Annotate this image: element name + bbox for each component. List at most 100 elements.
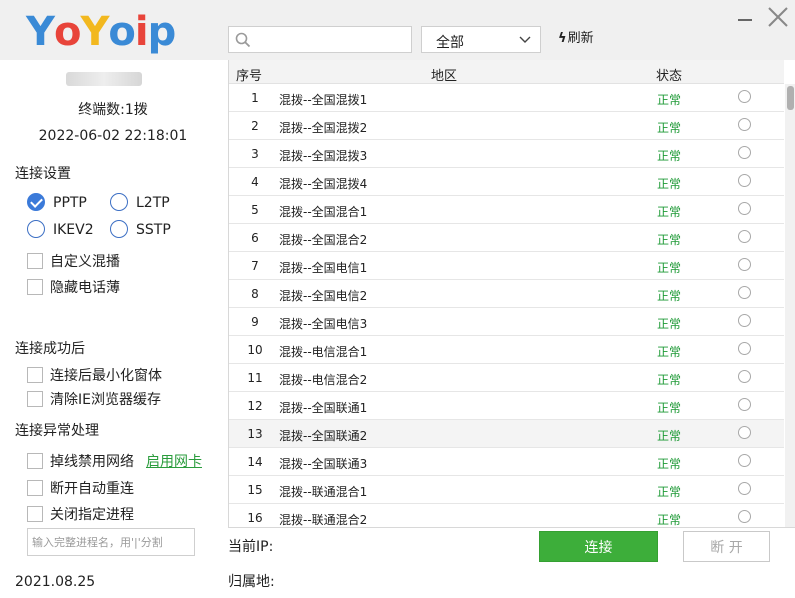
row-select-radio[interactable] bbox=[738, 90, 751, 103]
table-row[interactable]: 11 混拨--电信混合2 正常 bbox=[229, 364, 784, 392]
row-select-radio[interactable] bbox=[738, 342, 751, 355]
clear-ie-cache-checkbox[interactable] bbox=[27, 391, 43, 407]
auto-reconnect-checkbox[interactable] bbox=[27, 480, 43, 496]
table-row[interactable]: 13 混拨--全国联通2 正常 bbox=[229, 420, 784, 448]
row-select-radio[interactable] bbox=[738, 454, 751, 467]
refresh-button[interactable]: ϟ刷新 bbox=[558, 30, 594, 50]
protocol-ikev2-radio[interactable]: IKEV2 bbox=[27, 220, 94, 238]
close-button[interactable] bbox=[767, 6, 789, 28]
table-row[interactable]: 8 混拨--全国电信2 正常 bbox=[229, 280, 784, 308]
table-row[interactable]: 4 混拨--全国混拨4 正常 bbox=[229, 168, 784, 196]
table-row[interactable]: 15 混拨--联通混合1 正常 bbox=[229, 476, 784, 504]
chevron-down-icon bbox=[519, 36, 531, 43]
row-area: 混拨--全国混合2 bbox=[279, 233, 368, 247]
scrollbar-thumb[interactable] bbox=[787, 86, 794, 110]
disable-network-option[interactable]: 掉线禁用网络 启用网卡 bbox=[27, 453, 202, 471]
hide-phonebook-option[interactable]: 隐藏电话薄 bbox=[27, 279, 120, 297]
row-area: 混拨--联通混合2 bbox=[279, 513, 368, 527]
table-row[interactable]: 12 混拨--全国联通1 正常 bbox=[229, 392, 784, 420]
row-number: 15 bbox=[247, 483, 263, 497]
row-select-radio[interactable] bbox=[738, 314, 751, 327]
auto-reconnect-option[interactable]: 断开自动重连 bbox=[27, 480, 134, 498]
table-row[interactable]: 9 混拨--全国电信3 正常 bbox=[229, 308, 784, 336]
row-select-radio[interactable] bbox=[738, 482, 751, 495]
clear-ie-cache-option[interactable]: 清除IE浏览器缓存 bbox=[27, 391, 161, 409]
logo-letter: p bbox=[147, 9, 177, 55]
table-row[interactable]: 16 混拨--联通混合2 正常 bbox=[229, 504, 784, 527]
top-bar: YoYoip 全部 ϟ刷新 bbox=[0, 0, 795, 60]
close-process-option[interactable]: 关闭指定进程 bbox=[27, 506, 134, 524]
row-number: 14 bbox=[247, 455, 263, 469]
radio-pptp[interactable] bbox=[27, 193, 45, 211]
search-box[interactable] bbox=[228, 26, 412, 53]
row-number: 1 bbox=[251, 91, 259, 105]
search-input[interactable] bbox=[257, 29, 407, 50]
minimize-checkbox[interactable] bbox=[27, 367, 43, 383]
disable-network-checkbox[interactable] bbox=[27, 453, 43, 469]
row-status: 正常 bbox=[657, 93, 682, 107]
datetime: 2022-06-02 22:18:01 bbox=[38, 128, 188, 144]
username-redacted bbox=[66, 72, 142, 86]
table-row[interactable]: 3 混拨--全国混拨3 正常 bbox=[229, 140, 784, 168]
l2tp-label: L2TP bbox=[136, 195, 170, 211]
row-select-radio[interactable] bbox=[738, 174, 751, 187]
table-row[interactable]: 5 混拨--全国混合1 正常 bbox=[229, 196, 784, 224]
row-area: 混拨--全国联通3 bbox=[279, 457, 368, 471]
radio-l2tp[interactable] bbox=[110, 193, 128, 211]
minimize-button[interactable] bbox=[737, 12, 753, 28]
table-body: 1 混拨--全国混拨1 正常 2 混拨--全国混拨2 正常 3 混拨--全国混拨3 正常 4 混拨-… bbox=[229, 84, 784, 527]
close-process-checkbox[interactable] bbox=[27, 506, 43, 522]
disconnect-button[interactable]: 断 开 bbox=[683, 531, 770, 562]
table-row[interactable]: 2 混拨--全国混拨2 正常 bbox=[229, 112, 784, 140]
row-area: 混拨--全国电信1 bbox=[279, 261, 368, 275]
filter-selected-value: 全部 bbox=[436, 35, 464, 51]
row-status: 正常 bbox=[657, 317, 682, 331]
refresh-icon: ϟ bbox=[558, 31, 567, 46]
row-select-radio[interactable] bbox=[738, 286, 751, 299]
enable-nic-link[interactable]: 启用网卡 bbox=[146, 454, 202, 470]
row-select-radio[interactable] bbox=[738, 258, 751, 271]
row-status: 正常 bbox=[657, 121, 682, 135]
table-row[interactable]: 1 混拨--全国混拨1 正常 bbox=[229, 84, 784, 112]
row-area: 混拨--电信混合2 bbox=[279, 373, 368, 387]
radio-ikev2[interactable] bbox=[27, 220, 45, 238]
row-select-radio[interactable] bbox=[738, 146, 751, 159]
protocol-l2tp-radio[interactable]: L2TP bbox=[110, 193, 170, 211]
row-select-radio[interactable] bbox=[738, 510, 751, 523]
pptp-label: PPTP bbox=[53, 195, 87, 211]
terminal-count: 终端数:1拨 bbox=[78, 102, 148, 118]
region-filter-select[interactable]: 全部 bbox=[421, 26, 541, 53]
logo-letter: Y bbox=[26, 9, 55, 55]
app-window: YoYoip 全部 ϟ刷新 终端数:1拨 2022-06-02 22:18:01… bbox=[0, 0, 795, 598]
protocol-sstp-radio[interactable]: SSTP bbox=[110, 220, 171, 238]
radio-sstp[interactable] bbox=[110, 220, 128, 238]
row-select-radio[interactable] bbox=[738, 370, 751, 383]
table-row[interactable]: 6 混拨--全国混合2 正常 bbox=[229, 224, 784, 252]
table-row[interactable]: 10 混拨--电信混合1 正常 bbox=[229, 336, 784, 364]
minimize-option[interactable]: 连接后最小化窗体 bbox=[27, 367, 162, 385]
connect-button[interactable]: 连接 bbox=[539, 531, 658, 562]
process-name-input[interactable] bbox=[27, 528, 195, 556]
row-area: 混拨--全国混拨4 bbox=[279, 177, 368, 191]
row-select-radio[interactable] bbox=[738, 230, 751, 243]
row-select-radio[interactable] bbox=[738, 202, 751, 215]
table-row[interactable]: 14 混拨--全国联通3 正常 bbox=[229, 448, 784, 476]
connection-settings-title: 连接设置 bbox=[15, 166, 71, 182]
hide-phonebook-checkbox[interactable] bbox=[27, 279, 43, 295]
row-area: 混拨--全国联通1 bbox=[279, 401, 368, 415]
header-no: 序号 bbox=[236, 69, 263, 84]
vertical-scrollbar[interactable] bbox=[785, 84, 795, 527]
row-status: 正常 bbox=[657, 261, 682, 275]
server-list-table: 序号 地区 状态 1 混拨--全国混拨1 正常 2 混拨--全国混拨2 正常 3 混拨--全国… bbox=[228, 60, 795, 528]
row-area: 混拨--全国混合1 bbox=[279, 205, 368, 219]
custom-mix-label: 自定义混播 bbox=[50, 254, 120, 270]
protocol-pptp-radio[interactable]: PPTP bbox=[27, 193, 87, 211]
row-area: 混拨--全国混拨1 bbox=[279, 93, 368, 107]
custom-mix-option[interactable]: 自定义混播 bbox=[27, 253, 120, 271]
row-select-radio[interactable] bbox=[738, 118, 751, 131]
row-select-radio[interactable] bbox=[738, 426, 751, 439]
table-row[interactable]: 7 混拨--全国电信1 正常 bbox=[229, 252, 784, 280]
row-select-radio[interactable] bbox=[738, 398, 751, 411]
settings-sidebar: 终端数:1拨 2022-06-02 22:18:01 连接设置 PPTP L2T… bbox=[0, 60, 226, 598]
custom-mix-checkbox[interactable] bbox=[27, 253, 43, 269]
